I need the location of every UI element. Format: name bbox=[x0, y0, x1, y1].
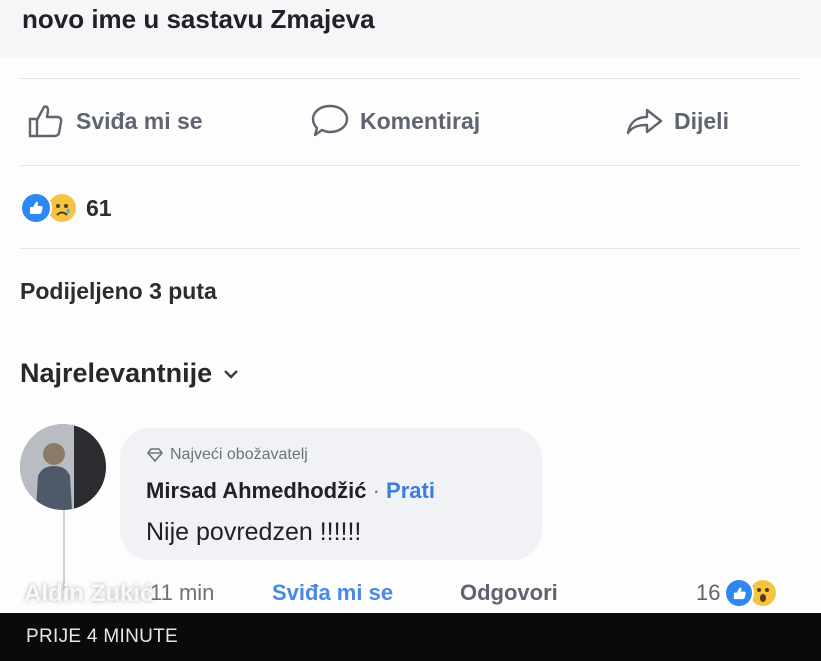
comment-reaction-count: 16 bbox=[696, 580, 721, 605]
timestamp-bar: PRIJE 4 MINUTE bbox=[0, 613, 821, 661]
chevron-down-icon bbox=[224, 369, 238, 379]
reaction-summary[interactable]: 61 bbox=[20, 188, 112, 228]
comment-label: Komentiraj bbox=[360, 107, 481, 134]
divider bbox=[20, 248, 801, 249]
like-reaction-icon bbox=[20, 192, 52, 224]
comment-like-button[interactable]: Sviđa mi se bbox=[272, 576, 393, 610]
comment-reactions[interactable]: 16 bbox=[696, 576, 779, 610]
comment-time: 11 min bbox=[150, 580, 215, 605]
comment-text: Nije povredzen !!!!!! bbox=[146, 518, 362, 546]
share-arrow-icon bbox=[626, 108, 663, 135]
comment-author-line: Mirsad Ahmedhodžić · Prati bbox=[146, 478, 435, 504]
comment-reply-button[interactable]: Odgovori bbox=[460, 576, 558, 610]
avatar[interactable] bbox=[20, 424, 106, 510]
share-count[interactable]: Podijeljeno 3 puta bbox=[20, 278, 217, 305]
comment-sort-dropdown[interactable]: Najrelevantnije bbox=[20, 358, 242, 389]
share-label: Dijeli bbox=[674, 107, 729, 134]
thread-line bbox=[63, 510, 65, 590]
sort-label: Najrelevantnije bbox=[20, 358, 213, 388]
follow-link[interactable]: Prati bbox=[386, 478, 435, 503]
separator-dot: · bbox=[372, 478, 380, 503]
post-text-area: novo ime u sastavu Zmajeva bbox=[0, 0, 821, 58]
comment-author[interactable]: Mirsad Ahmedhodžić bbox=[146, 478, 366, 503]
like-label: Sviđa mi se bbox=[76, 107, 203, 134]
badge-label: Najveći obožavatelj bbox=[170, 446, 308, 463]
divider bbox=[20, 78, 801, 79]
divider bbox=[20, 165, 801, 166]
reaction-count: 61 bbox=[86, 194, 112, 221]
comment-icon bbox=[311, 104, 349, 137]
thumbs-up-icon bbox=[28, 105, 63, 138]
like-button[interactable]: Sviđa mi se bbox=[26, 100, 203, 142]
watermark: Aldin Zukić bbox=[24, 580, 154, 607]
comment-bubble: Najveći obožavatelj Mirsad Ahmedhodžić ·… bbox=[120, 428, 542, 560]
diamond-icon bbox=[146, 448, 164, 463]
top-fan-badge: Najveći obožavatelj bbox=[146, 446, 308, 464]
share-button[interactable]: Dijeli bbox=[624, 100, 729, 142]
timestamp-label: PRIJE 4 MINUTE bbox=[26, 626, 178, 647]
post-text: novo ime u sastavu Zmajeva bbox=[22, 4, 375, 34]
comment-button[interactable]: Komentiraj bbox=[310, 100, 480, 142]
